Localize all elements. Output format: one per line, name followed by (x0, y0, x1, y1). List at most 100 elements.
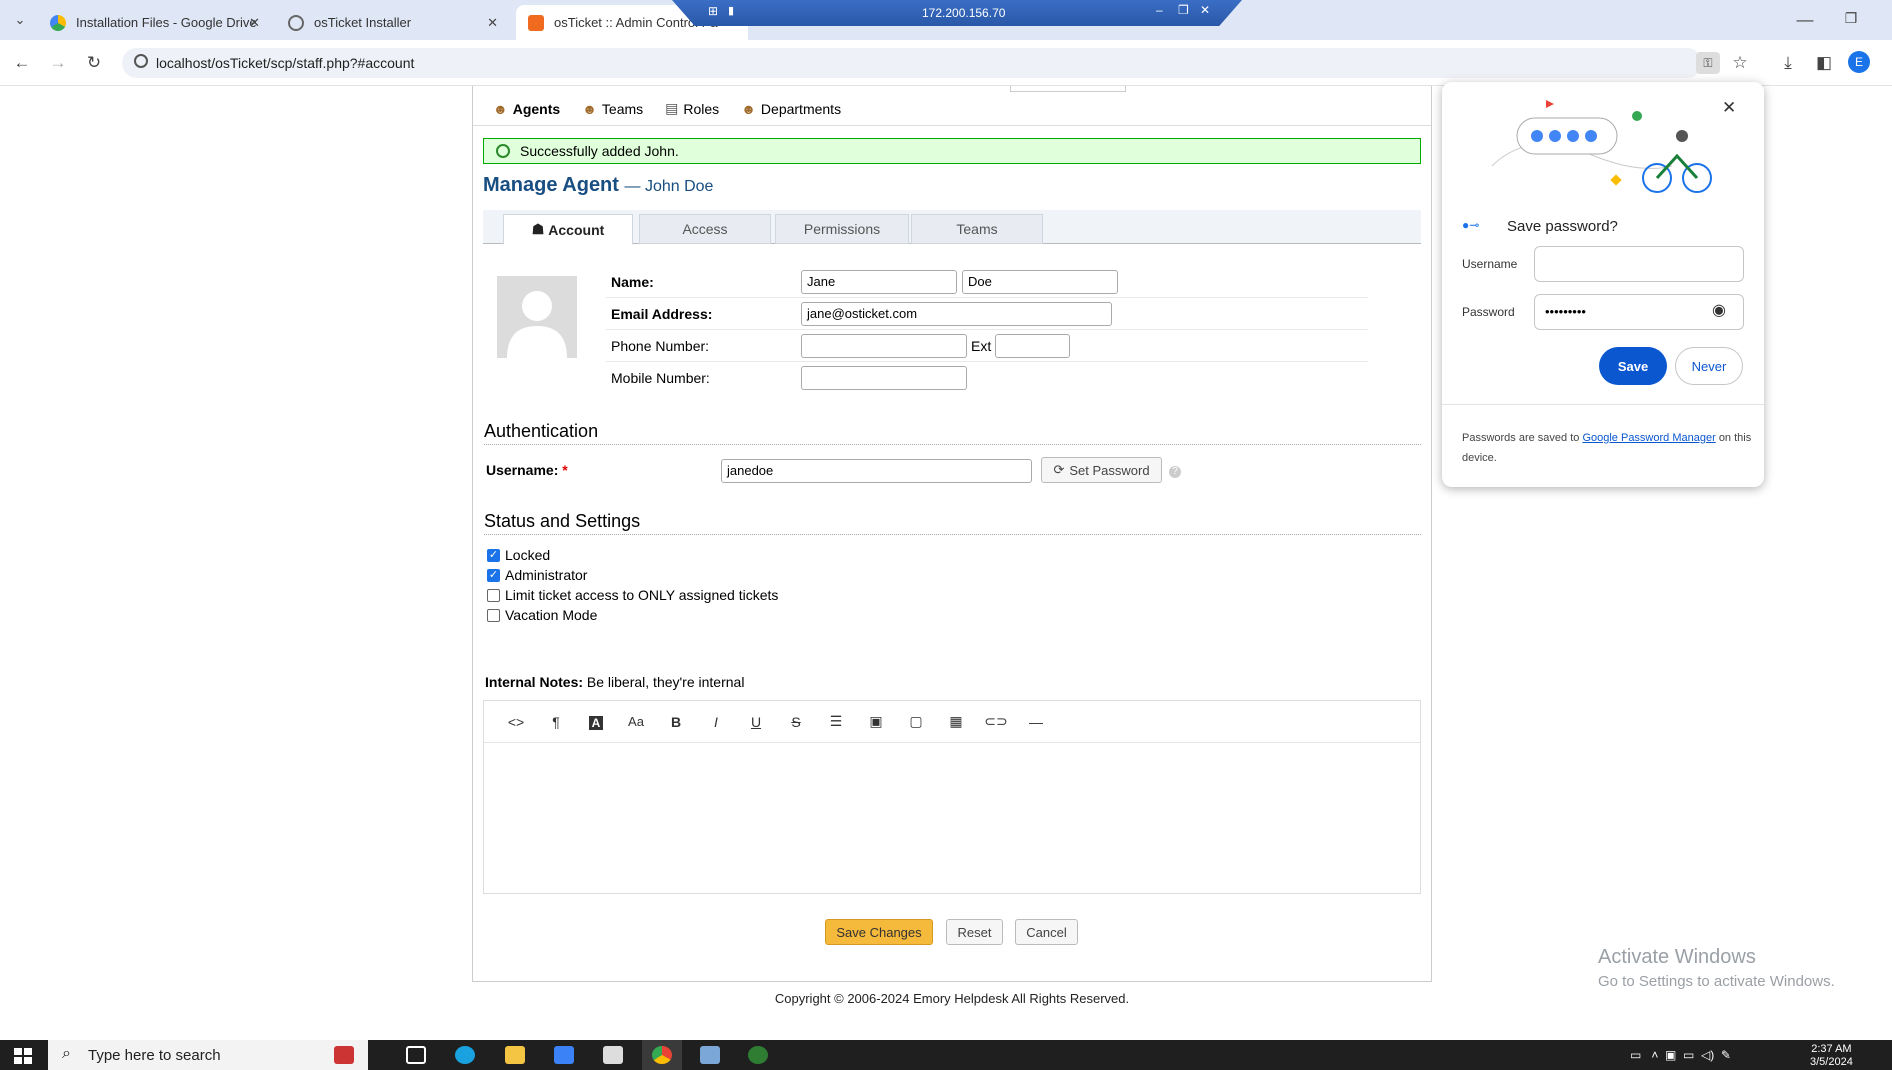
restore-icon[interactable]: ❐ (1836, 10, 1866, 27)
file-explorer-icon[interactable] (505, 1046, 525, 1064)
store-icon[interactable] (554, 1046, 574, 1064)
text-color-icon[interactable]: A (576, 714, 616, 730)
subnav-agents[interactable]: ☻ Agents (493, 101, 560, 117)
phone-input[interactable] (801, 334, 967, 358)
set-password-button[interactable]: ⟳ Set Password (1041, 457, 1162, 483)
last-name-input[interactable]: Doe (962, 270, 1118, 294)
tab-title: osTicket Installer (314, 15, 412, 30)
subnav-teams[interactable]: ☻ Teams (582, 101, 643, 117)
image-icon[interactable]: ▣ (856, 713, 896, 730)
email-label: Email Address: (611, 306, 713, 322)
locked-checkbox[interactable]: ✓ (487, 549, 500, 562)
username-field[interactable] (1534, 246, 1744, 282)
ext-input[interactable] (995, 334, 1070, 358)
subnav-departments[interactable]: ☻ Departments (741, 101, 841, 117)
tab-search-chevron-icon[interactable]: ⌄ (8, 10, 32, 30)
stack-app-icon[interactable] (334, 1046, 354, 1064)
username-input[interactable]: janedoe (721, 459, 1032, 483)
row-divider (606, 297, 1368, 298)
tab-teams[interactable]: Teams (911, 214, 1043, 244)
mobile-label: Mobile Number: (611, 370, 710, 386)
tab-label: Account (548, 221, 605, 238)
first-name-input[interactable]: Jane (801, 270, 957, 294)
reload-icon[interactable]: ↻ (82, 52, 106, 74)
clock-date: 3/5/2024 (1810, 1056, 1853, 1068)
note-prefix: Passwords are saved to (1462, 432, 1580, 444)
taskbar-search[interactable]: ⌕ Type here to search (48, 1040, 368, 1070)
pin-icon[interactable]: ⊞ (708, 4, 718, 18)
password-key-icon[interactable]: ⚿ (1696, 52, 1720, 74)
mail-icon[interactable] (603, 1046, 623, 1064)
task-view-icon[interactable] (406, 1046, 426, 1064)
underline-icon[interactable]: U (736, 714, 776, 730)
search-placeholder: Type here to search (88, 1046, 221, 1064)
username-label: Username: * (486, 462, 568, 478)
password-manager-note: Passwords are saved to Google Password M… (1462, 428, 1752, 468)
hs-app-icon[interactable] (748, 1046, 768, 1064)
bold-icon[interactable]: B (656, 714, 696, 730)
edge-icon[interactable] (455, 1046, 475, 1064)
required-marker: * (562, 462, 568, 478)
tab-account[interactable]: ☗ Account (503, 214, 633, 245)
limit-access-label: Limit ticket access to ONLY assigned tic… (505, 587, 779, 603)
italic-icon[interactable]: I (696, 714, 736, 730)
code-view-icon[interactable]: <> (496, 714, 536, 730)
save-changes-button[interactable]: Save Changes (825, 919, 933, 945)
tab-osticket-installer[interactable]: osTicket Installer ✕ (276, 5, 508, 40)
bookmark-star-icon[interactable]: ☆ (1728, 52, 1752, 74)
list-icon[interactable]: ☰ (816, 713, 856, 730)
profile-avatar[interactable]: E (1848, 51, 1870, 73)
close-icon[interactable]: ✕ (249, 15, 260, 31)
save-password-button[interactable]: Save (1599, 347, 1667, 385)
administrator-checkbox[interactable]: ✓ (487, 569, 500, 582)
row-divider (606, 329, 1368, 330)
refresh-icon: ⟳ (1053, 462, 1065, 477)
subnav-label: Teams (601, 100, 644, 117)
download-icon[interactable]: ⤓ (1776, 52, 1800, 74)
cancel-button[interactable]: Cancel (1015, 919, 1078, 945)
close-icon[interactable]: ✕ (1200, 3, 1210, 17)
save-password-dialog: ✕ ●⊸ Save password? Username Password ••… (1442, 82, 1764, 487)
video-icon[interactable]: ▢ (896, 713, 936, 730)
mobile-input[interactable] (801, 366, 967, 390)
avatar-placeholder-icon (507, 291, 567, 358)
system-tray-icons[interactable]: ▭ ˄ ▣ ▭ ◁) ✎ (1630, 1048, 1731, 1062)
chrome-taskbar-active[interactable] (642, 1040, 682, 1070)
table-icon[interactable]: ▦ (936, 713, 976, 730)
never-button[interactable]: Never (1675, 347, 1743, 385)
authentication-heading: Authentication (484, 421, 1421, 445)
avatar[interactable] (497, 276, 577, 358)
eye-icon[interactable]: ◉ (1712, 300, 1726, 320)
address-bar[interactable]: localhost/osTicket/scp/staff.php?#accoun… (122, 48, 1702, 78)
restore-icon[interactable]: ❐ (1178, 3, 1189, 17)
link-icon[interactable]: ⊂⊃ (976, 713, 1016, 730)
subnav-roles[interactable]: ▤ Roles (665, 100, 719, 117)
side-panel-icon[interactable]: ◧ (1812, 52, 1836, 74)
help-icon[interactable]: ? (1169, 466, 1181, 478)
check-circle-icon (496, 144, 510, 158)
close-icon[interactable]: ✕ (487, 15, 498, 31)
minimize-icon[interactable]: – (1156, 3, 1163, 17)
minimize-icon[interactable]: — (1790, 10, 1820, 30)
forward-icon[interactable]: → (46, 52, 70, 74)
vacation-mode-checkbox[interactable] (487, 609, 500, 622)
reset-button[interactable]: Reset (946, 919, 1003, 945)
font-size-icon[interactable]: Aa (616, 714, 656, 729)
close-icon[interactable]: ✕ (1722, 98, 1736, 118)
back-icon[interactable]: ← (10, 52, 34, 74)
email-input[interactable]: jane@osticket.com (801, 302, 1112, 326)
horizontal-rule-icon[interactable]: — (1016, 714, 1056, 730)
strikethrough-icon[interactable]: S (776, 714, 816, 730)
windows-start-icon[interactable] (14, 1048, 32, 1064)
limit-access-checkbox[interactable] (487, 589, 500, 602)
network-app-icon[interactable] (700, 1046, 720, 1064)
tab-google-drive[interactable]: Installation Files - Google Drive ✕ (38, 5, 270, 40)
site-info-icon[interactable] (134, 54, 148, 68)
paragraph-icon[interactable]: ¶ (536, 714, 576, 730)
page-title-text: Manage Agent (483, 174, 619, 196)
tab-permissions[interactable]: Permissions (775, 214, 909, 244)
clock[interactable]: 2:37 AM 3/5/2024 (1810, 1043, 1853, 1069)
password-manager-link[interactable]: Google Password Manager (1582, 432, 1715, 444)
tab-access[interactable]: Access (639, 214, 771, 244)
roles-icon: ▤ (665, 100, 679, 116)
